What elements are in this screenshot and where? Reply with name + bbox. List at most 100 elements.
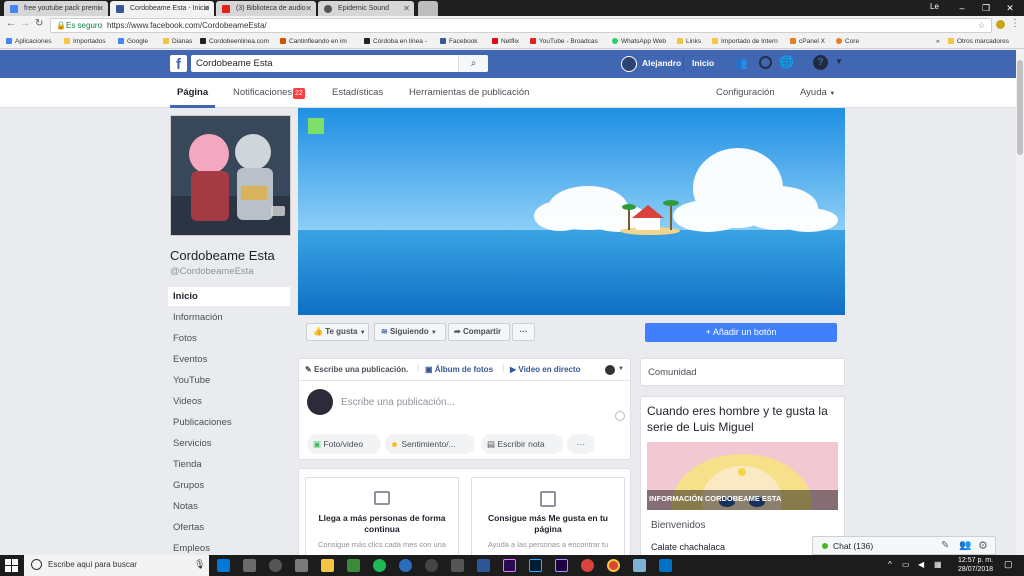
composer-live-tab[interactable]: ▶ Video en directo xyxy=(510,365,580,374)
globe-icon[interactable]: 🌐 xyxy=(779,55,794,69)
chevron-down-icon[interactable]: ▼ xyxy=(618,366,624,372)
avatar[interactable] xyxy=(605,365,615,375)
like-button[interactable]: 👍 Te gusta ▼ xyxy=(306,323,369,341)
emoji-icon[interactable] xyxy=(615,411,625,421)
photoshop-icon[interactable] xyxy=(529,559,542,572)
tab-notificaciones[interactable]: Notificaciones xyxy=(233,87,292,98)
composer-write-tab[interactable]: ✎ Escribe una publicación. xyxy=(305,365,408,374)
other-bookmarks[interactable]: Otros marcadores xyxy=(948,35,1009,49)
sidebar-item-empleos[interactable]: Empleos xyxy=(173,543,210,554)
chat-bar[interactable]: Chat (136) ✎ 👥 ⚙ xyxy=(812,536,996,555)
sidebar-item-fotos[interactable]: Fotos xyxy=(173,333,197,344)
clock-date[interactable]: 28/07/2018 xyxy=(958,566,993,573)
task-view-icon[interactable] xyxy=(243,559,256,572)
volume-icon[interactable]: ◀ xyxy=(918,560,924,569)
bookmark-item[interactable]: cPanel X xyxy=(790,35,825,49)
user-name[interactable]: Alejandro xyxy=(642,58,681,68)
group-chat-icon[interactable]: 👥 xyxy=(959,540,971,551)
tab-herramientas[interactable]: Herramientas de publicación xyxy=(409,87,529,98)
sidebar-item-grupos[interactable]: Grupos xyxy=(173,480,204,491)
premiere-icon[interactable] xyxy=(503,559,516,572)
feeling-button[interactable]: ☻ Sentimiento/... xyxy=(385,434,475,454)
windows-start-icon[interactable] xyxy=(5,559,18,572)
url-input[interactable]: 🔒 Es seguro | https://www.facebook.com/C… xyxy=(50,18,992,33)
tab-ayuda[interactable]: Ayuda ▼ xyxy=(800,87,835,98)
post-image[interactable]: INFORMACIÓN CORDOBEAME ESTA xyxy=(647,442,838,510)
store-icon[interactable] xyxy=(347,559,360,572)
edge-icon[interactable] xyxy=(217,559,230,572)
more-bookmarks[interactable]: » xyxy=(936,35,940,49)
file-explorer-icon[interactable] xyxy=(321,559,334,572)
bookmark-item[interactable]: Links xyxy=(677,35,701,49)
bookmark-item[interactable]: Aplicaciones xyxy=(6,35,52,49)
write-note-button[interactable]: ▤ Escribir nota xyxy=(481,434,563,454)
help-icon[interactable]: ? xyxy=(813,55,828,70)
bookmark-item[interactable]: Córdoba en línea - xyxy=(364,35,427,49)
photo-video-button[interactable]: ▣ Foto/video xyxy=(307,434,381,454)
obs-icon[interactable] xyxy=(425,559,438,572)
compose-message-icon[interactable]: ✎ xyxy=(941,540,949,551)
composer-more-button[interactable]: ··· xyxy=(567,434,595,454)
cover-photo[interactable] xyxy=(298,108,845,315)
sidebar-item-eventos[interactable]: Eventos xyxy=(173,354,207,365)
bookmark-item[interactable]: Dianas xyxy=(163,35,192,49)
sidebar-item-inicio[interactable]: Inicio xyxy=(173,291,198,302)
menu-icon[interactable]: ⋮ xyxy=(1010,18,1020,29)
close-icon[interactable]: ✕ xyxy=(403,1,410,16)
after-effects-icon[interactable] xyxy=(555,559,568,572)
follow-button[interactable]: ≋ Siguiendo ▼ xyxy=(374,323,446,341)
monitor-icon[interactable] xyxy=(295,559,308,572)
composer-album-tab[interactable]: ▣ Álbum de fotos xyxy=(425,365,493,374)
clock-time[interactable]: 12:57 p. m. xyxy=(958,557,993,564)
sidebar-item-notas[interactable]: Notas xyxy=(173,501,198,512)
bookmark-item[interactable]: Cantinfleando en im xyxy=(280,35,347,49)
settings-icon[interactable] xyxy=(269,559,282,572)
chevron-down-icon[interactable]: ▼ xyxy=(835,57,843,66)
tab-estadisticas[interactable]: Estadísticas xyxy=(332,87,383,98)
taskbar-search-input[interactable]: Escribe aquí para buscar 🎙 xyxy=(24,555,209,576)
page-scrollbar[interactable] xyxy=(1016,50,1024,555)
bookmark-item[interactable]: Google xyxy=(118,35,148,49)
bookmark-item[interactable]: Importado de Intern xyxy=(712,35,778,49)
close-icon[interactable]: ✕ xyxy=(203,1,210,16)
community-heading[interactable]: Comunidad xyxy=(648,367,697,378)
sidebar-item-informacion[interactable]: Información xyxy=(173,312,223,323)
browser-tab-audio-library[interactable]: (3) Biblioteca de audio - ✕ xyxy=(216,1,316,16)
bookmark-item[interactable]: Importados xyxy=(64,35,106,49)
scrollbar-thumb[interactable] xyxy=(1017,60,1023,155)
sidebar-item-servicios[interactable]: Servicios xyxy=(173,438,212,449)
browser-tab-youtube-pack[interactable]: free youtube pack premi ✕ xyxy=(4,1,108,16)
sidebar-item-tienda[interactable]: Tienda xyxy=(173,459,202,470)
app-icon[interactable] xyxy=(633,559,646,572)
tab-pagina[interactable]: Página xyxy=(177,87,208,98)
chrome-icon[interactable] xyxy=(607,559,620,572)
page-handle[interactable]: @CordobeameEsta xyxy=(170,266,254,277)
composer-input[interactable]: Escribe una publicación... xyxy=(341,397,455,408)
close-icon[interactable]: ✕ xyxy=(97,1,104,16)
gear-icon[interactable]: ⚙ xyxy=(978,539,988,552)
search-input[interactable]: Cordobeame Esta ⌕ xyxy=(191,55,488,72)
reload-icon[interactable]: ↻ xyxy=(35,18,43,29)
close-window-icon[interactable]: ✕ xyxy=(998,0,1022,16)
search-icon[interactable]: ⌕ xyxy=(458,55,488,72)
media-player-icon[interactable] xyxy=(399,559,412,572)
friend-requests-icon[interactable]: 👥 xyxy=(734,57,748,70)
extension-icon[interactable] xyxy=(996,20,1005,29)
promo-card-reach[interactable]: Llega a más personas de forma continua C… xyxy=(305,477,459,561)
bookmark-item[interactable]: YouTube - Broadcas xyxy=(530,35,598,49)
bookmark-item[interactable]: Core xyxy=(836,35,859,49)
sidebar-item-publicaciones[interactable]: Publicaciones xyxy=(173,417,232,428)
profile-picture[interactable] xyxy=(170,115,291,236)
sidebar-item-videos[interactable]: Videos xyxy=(173,396,202,407)
outlook-icon[interactable] xyxy=(659,559,672,572)
word-icon[interactable] xyxy=(477,559,490,572)
sidebar-item-ofertas[interactable]: Ofertas xyxy=(173,522,204,533)
close-icon[interactable]: ✕ xyxy=(305,1,312,16)
share-button[interactable]: ➦ Compartir xyxy=(448,323,510,341)
browser-tab-facebook[interactable]: Cordobeame Esta - Inicio ✕ xyxy=(110,1,214,16)
bookmark-item[interactable]: Facebook xyxy=(440,35,478,49)
network-icon[interactable]: ▭ xyxy=(902,560,910,569)
bookmark-star-icon[interactable]: ☆ xyxy=(978,19,985,32)
tray-chevron-icon[interactable]: ^ xyxy=(888,560,892,569)
spotify-icon[interactable] xyxy=(373,559,386,572)
